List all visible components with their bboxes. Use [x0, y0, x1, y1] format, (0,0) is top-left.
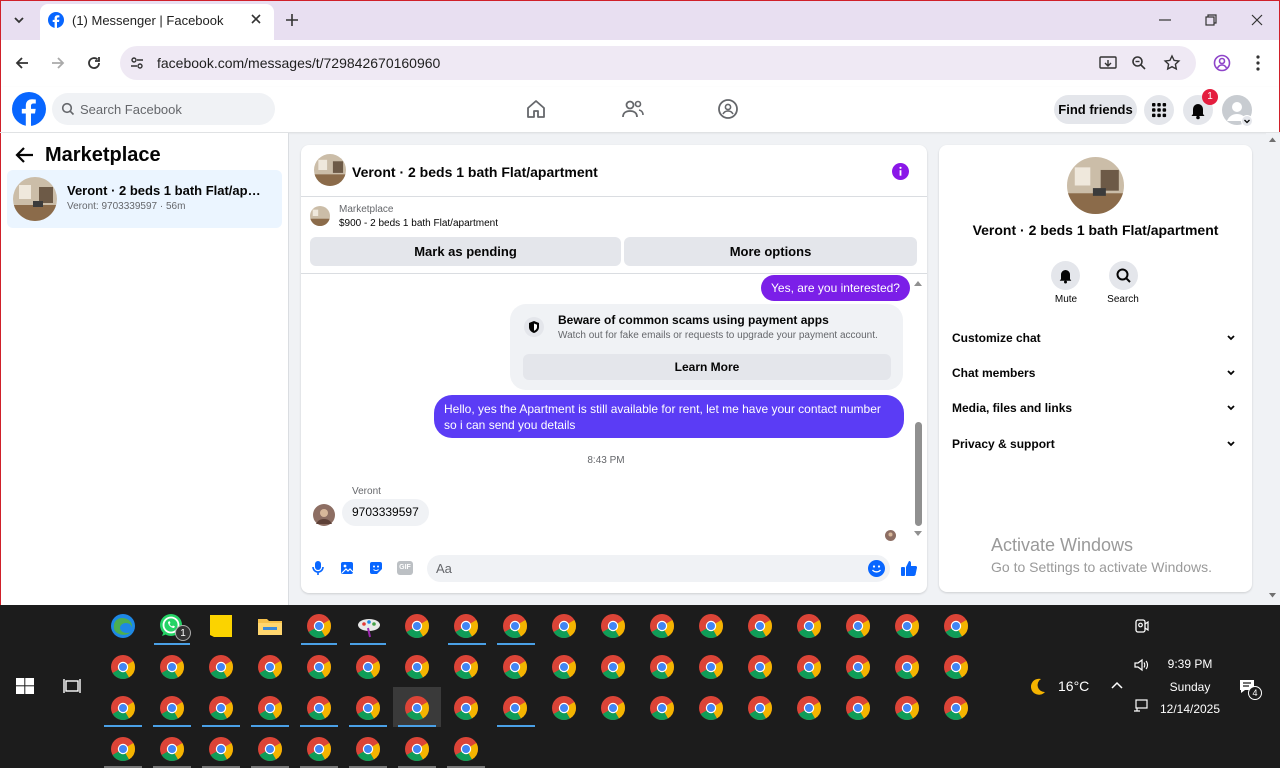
url-text[interactable]: facebook.com/messages/t/729842670160960	[157, 55, 440, 71]
page-scrollbar[interactable]	[1266, 133, 1279, 605]
forward-arrow-icon[interactable]	[49, 54, 67, 72]
details-avatar[interactable]	[1067, 157, 1124, 214]
facebook-logo-icon[interactable]	[12, 92, 46, 126]
taskbar-time[interactable]: 9:39 PM	[1150, 657, 1230, 671]
more-options-button[interactable]: More options	[624, 237, 917, 266]
sticker-icon[interactable]	[369, 561, 383, 575]
close-window-icon[interactable]	[1249, 12, 1265, 28]
gif-button[interactable]: GIF	[397, 561, 413, 575]
microphone-icon[interactable]	[311, 560, 325, 576]
search-icon	[61, 102, 75, 116]
warning-title: Beware of common scams using payment app…	[558, 313, 829, 327]
like-thumb-icon[interactable]	[900, 559, 918, 577]
sender-avatar[interactable]	[313, 504, 335, 526]
info-icon[interactable]	[892, 163, 909, 180]
site-settings-icon[interactable]	[129, 55, 145, 71]
notification-count-badge: 4	[1248, 686, 1262, 700]
section-label: Media, files and links	[952, 401, 1073, 415]
conversation-preview: Veront: 9703339597 · 56m	[67, 201, 186, 212]
back-arrow-icon[interactable]	[14, 145, 36, 165]
volume-icon[interactable]	[1133, 657, 1149, 673]
search-chat-button[interactable]	[1109, 261, 1138, 290]
message-input[interactable]	[427, 555, 890, 582]
weather-temperature[interactable]: 16°C	[1058, 678, 1089, 694]
media-files-links-section[interactable]: Media, files and links	[952, 401, 1242, 421]
zoom-icon[interactable]	[1131, 55, 1147, 71]
search-label: Search	[1107, 294, 1139, 305]
groups-icon[interactable]	[717, 98, 739, 120]
listing-summary[interactable]: $900 - 2 beds 1 bath Flat/apartment	[339, 218, 498, 229]
friends-icon[interactable]	[621, 98, 645, 120]
learn-more-button[interactable]: Learn More	[523, 354, 891, 380]
section-label: Customize chat	[952, 331, 1041, 345]
details-title: Veront · 2 beds 1 bath Flat/apartment	[972, 222, 1219, 238]
chevron-down-icon	[1226, 369, 1236, 377]
mark-as-pending-button[interactable]: Mark as pending	[310, 237, 621, 266]
back-arrow-icon[interactable]	[13, 54, 31, 72]
minimize-window-icon[interactable]	[1157, 12, 1173, 28]
section-label: Chat members	[952, 366, 1036, 380]
chat-scrollbar-thumb[interactable]	[915, 422, 922, 526]
photo-icon[interactable]	[340, 561, 354, 575]
browser-menu-icon[interactable]	[1251, 54, 1265, 72]
conversation-name: Veront · 2 beds 1 bath Flat/apartment	[67, 183, 267, 198]
section-label: Privacy & support	[952, 437, 1055, 451]
show-hidden-icons-chevron[interactable]	[1110, 679, 1124, 691]
new-tab-icon[interactable]	[284, 12, 300, 28]
outgoing-message[interactable]: Hello, yes the Apartment is still availa…	[434, 395, 904, 438]
install-app-icon[interactable]	[1099, 55, 1117, 71]
activate-windows-title: Activate Windows	[991, 535, 1134, 555]
page-scroll-up-icon[interactable]	[1268, 136, 1277, 143]
tab-search-chevron-icon[interactable]	[10, 12, 28, 28]
notification-badge: 1	[1202, 89, 1218, 105]
restore-window-icon[interactable]	[1203, 12, 1219, 28]
incoming-message[interactable]: 9703339597	[342, 499, 429, 526]
meet-now-icon[interactable]	[1134, 617, 1150, 635]
sender-name: Veront	[352, 486, 381, 497]
bookmark-star-icon[interactable]	[1163, 54, 1181, 72]
search-placeholder: Search Facebook	[80, 102, 182, 117]
privacy-support-section[interactable]: Privacy & support	[952, 437, 1242, 457]
divider	[301, 273, 927, 274]
page-title: Marketplace	[45, 144, 161, 166]
network-icon[interactable]	[1133, 698, 1149, 714]
menu-grid-button[interactable]	[1144, 95, 1174, 125]
message-timestamp: 8:43 PM	[587, 455, 625, 466]
mute-label: Mute	[1054, 294, 1078, 305]
facebook-favicon-icon	[48, 12, 64, 28]
taskbar-date[interactable]: 12/14/2025	[1150, 702, 1230, 716]
account-chevron-icon[interactable]	[1241, 115, 1253, 127]
scroll-down-icon[interactable]	[913, 530, 923, 538]
close-tab-icon[interactable]	[249, 12, 263, 26]
mute-button[interactable]	[1051, 261, 1080, 290]
listing-thumbnail	[13, 177, 57, 221]
outgoing-message[interactable]: Yes, are you interested?	[761, 275, 910, 301]
chat-title[interactable]: Veront · 2 beds 1 bath Flat/apartment	[352, 164, 598, 180]
shield-icon	[524, 317, 544, 337]
chat-members-section[interactable]: Chat members	[952, 366, 1242, 386]
emoji-icon[interactable]	[868, 560, 885, 577]
customize-chat-section[interactable]: Customize chat	[952, 331, 1242, 351]
tab-title: (1) Messenger | Facebook	[72, 13, 224, 28]
marketplace-label: Marketplace	[339, 204, 394, 215]
taskbar-day[interactable]: Sunday	[1150, 680, 1230, 694]
chat-avatar[interactable]	[314, 154, 346, 186]
warning-body: Watch out for fake emails or requests to…	[558, 330, 878, 341]
scroll-up-icon[interactable]	[913, 279, 923, 287]
weather-moon-icon[interactable]	[1026, 676, 1048, 698]
home-icon[interactable]	[525, 98, 547, 120]
reload-icon[interactable]	[85, 54, 103, 72]
divider	[301, 196, 927, 197]
chevron-down-icon	[1226, 404, 1236, 412]
message-input-placeholder: Aa	[436, 561, 452, 576]
find-friends-button[interactable]: Find friends	[1054, 95, 1137, 124]
chevron-down-icon	[1226, 334, 1236, 342]
chrome-profile-icons[interactable]	[0, 605, 1000, 768]
read-receipt-avatar	[885, 530, 896, 541]
activate-windows-subtitle: Go to Settings to activate Windows.	[991, 559, 1212, 575]
page-scroll-down-icon[interactable]	[1268, 592, 1277, 599]
chevron-down-icon	[1226, 440, 1236, 448]
listing-mini-thumbnail[interactable]	[310, 206, 330, 226]
profile-icon[interactable]	[1213, 54, 1231, 72]
